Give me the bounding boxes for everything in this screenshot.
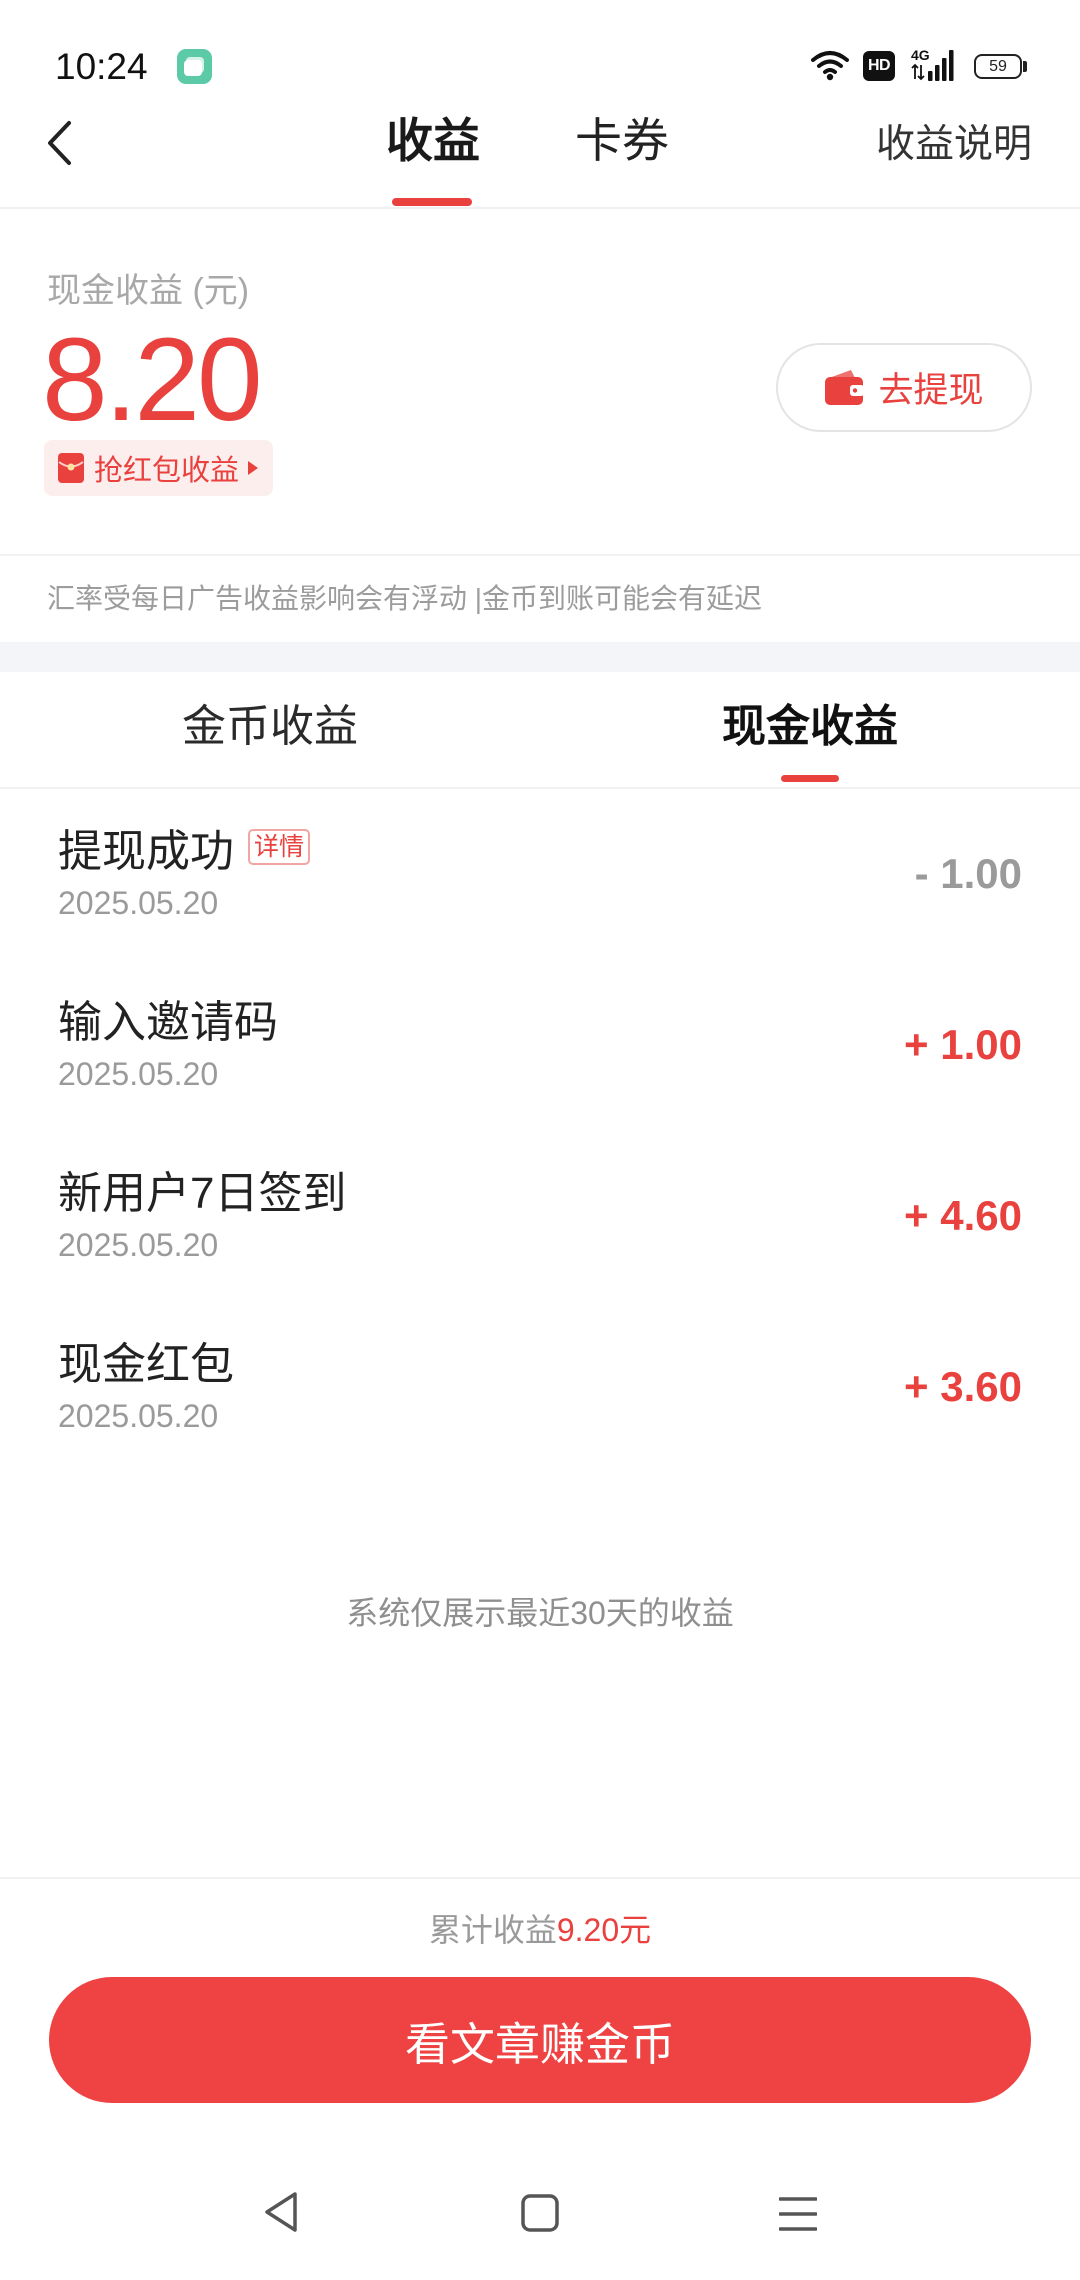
hd-icon: HD [863, 51, 895, 81]
red-envelope-icon [58, 453, 84, 483]
tab-earnings[interactable]: 收益 [333, 110, 533, 172]
list-item: 输入邀请码 2025.05.20 + 1.00 [0, 961, 1080, 1132]
earnings-help-link[interactable]: 收益说明 [876, 120, 1032, 170]
network-type-label: 4G [911, 47, 930, 63]
record-date: 2025.05.20 [58, 1227, 219, 1263]
wifi-icon [810, 48, 850, 82]
tab-cash-earnings[interactable]: 现金收益 [540, 672, 1080, 782]
record-title: 输入邀请码 [58, 998, 278, 1047]
record-title: 新用户7日签到 [58, 1169, 347, 1218]
section-separator [0, 642, 1080, 672]
battery-cap [1023, 61, 1027, 72]
red-packet-earnings-badge[interactable]: 抢红包收益 [44, 440, 274, 496]
cash-balance-label: 现金收益 (元) [47, 272, 250, 310]
history-range-note: 系统仅展示最近30天的收益 [346, 1595, 734, 1631]
withdraw-button[interactable]: 去提现 [776, 343, 1032, 432]
record-amount: + 1.00 [904, 1021, 1022, 1068]
total-earnings-value: 9.20元 [556, 1912, 652, 1948]
chevron-left-icon [48, 121, 71, 165]
record-amount: + 4.60 [904, 1192, 1022, 1239]
exchange-rate-notice: 汇率受每日广告收益影响会有浮动 |金币到账可能会有延迟 [47, 583, 763, 614]
withdraw-label: 去提现 [878, 371, 984, 410]
status-bar: 10:24 HD 4G 59 [0, 0, 1080, 100]
record-title-line: 新用户7日签到 [58, 1159, 346, 1219]
battery-level: 59 [989, 57, 1007, 75]
header-divider [0, 207, 1080, 209]
record-amount: - 1.00 [914, 850, 1022, 897]
cash-balance-amount: 8.20 [42, 314, 263, 446]
tab-coupons[interactable]: 卡券 [522, 110, 722, 172]
footer-divider [0, 1877, 1080, 1879]
record-date: 2025.05.20 [58, 1398, 219, 1434]
record-title-line: 现金红包 [58, 1330, 234, 1390]
income-tabs-divider [0, 787, 1080, 789]
red-packet-earnings-label: 抢红包收益 [94, 455, 240, 487]
triangle-right-icon [248, 461, 259, 475]
status-time: 10:24 [55, 46, 148, 87]
list-item: 现金红包 2025.05.20 + 3.60 [0, 1303, 1080, 1474]
list-item: 提现成功 详情 2025.05.20 - 1.00 [0, 790, 1080, 961]
menu-lines-icon[interactable] [779, 2196, 817, 2232]
record-date: 2025.05.20 [58, 1056, 219, 1092]
back-triangle-icon[interactable] [262, 2190, 300, 2234]
record-date: 2025.05.20 [58, 885, 219, 921]
battery-icon: 59 [974, 54, 1022, 79]
back-button[interactable] [44, 118, 78, 168]
wallet-icon [825, 370, 865, 405]
balance-divider [0, 554, 1080, 556]
app-notification-icon [177, 49, 212, 84]
signal-icon: 4G [910, 47, 956, 83]
income-tab-active-indicator [781, 775, 839, 782]
tab-active-indicator [392, 198, 472, 206]
earnings-record-list: 提现成功 详情 2025.05.20 - 1.00 输入邀请码 2025.05.… [0, 790, 1080, 1474]
list-item: 新用户7日签到 2025.05.20 + 4.60 [0, 1132, 1080, 1303]
record-title: 提现成功 [58, 827, 234, 876]
record-amount: + 3.60 [904, 1363, 1022, 1410]
total-earnings-label: 累计收益 [428, 1912, 557, 1948]
tab-coin-earnings[interactable]: 金币收益 [0, 672, 540, 782]
read-articles-earn-coins-button[interactable]: 看文章赚金币 [49, 1977, 1031, 2103]
record-detail-tag[interactable]: 详情 [248, 829, 311, 865]
total-earnings: 累计收益9.20元 [0, 1910, 1080, 1950]
record-title: 现金红包 [58, 1340, 234, 1389]
record-title-line: 提现成功 详情 [58, 817, 311, 877]
home-square-icon[interactable] [521, 2194, 559, 2232]
record-title-line: 输入邀请码 [58, 988, 278, 1048]
